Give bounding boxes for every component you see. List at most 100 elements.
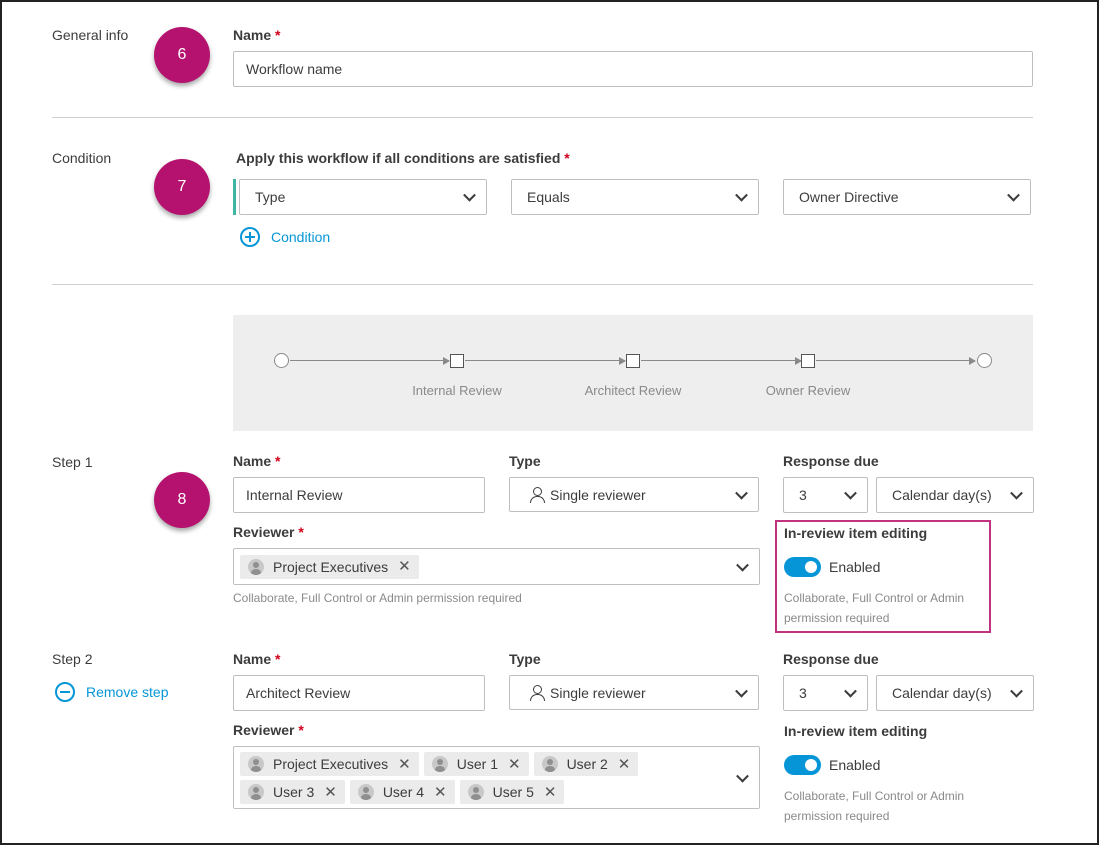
close-icon[interactable]: ✕ [508, 757, 521, 772]
reviewer-chip-label: User 2 [566, 756, 608, 772]
step2-editing-toggle[interactable] [784, 755, 821, 775]
condition-field-value: Type [255, 189, 286, 205]
remove-step-label: Remove step [86, 684, 169, 700]
step2-name-label: Name * [233, 651, 280, 667]
reviewer-chip-label: User 1 [456, 756, 498, 772]
reviewer-chip-row: User 3 ✕ User 4 ✕ User 5 ✕ [240, 780, 569, 804]
person-icon [530, 685, 545, 701]
condition-value-value: Owner Directive [799, 189, 899, 205]
step2-type-select[interactable]: Single reviewer [509, 675, 759, 710]
workflow-name-input[interactable]: Workflow name [233, 51, 1033, 87]
reviewer-chip: Project Executives ✕ [240, 752, 419, 776]
flow-step-node [450, 354, 464, 368]
reviewer-chip: User 1 ✕ [423, 752, 529, 776]
flow-step-node [801, 354, 815, 368]
condition-accent-bar [233, 179, 236, 215]
step1-due-number-select[interactable]: 3 [783, 477, 868, 513]
user-avatar-icon [357, 784, 374, 800]
flow-arrow-icon [969, 357, 976, 365]
step1-name-value: Internal Review [246, 487, 343, 503]
condition-value-select[interactable]: Owner Directive [783, 179, 1031, 215]
flow-end-node [977, 353, 992, 368]
step2-due-unit-value: Calendar day(s) [892, 685, 992, 701]
divider [52, 284, 1033, 285]
reviewer-chip: User 4 ✕ [349, 780, 455, 804]
chevron-down-icon [735, 684, 748, 698]
close-icon[interactable]: ✕ [324, 785, 337, 800]
step1-due-number-value: 3 [799, 487, 807, 503]
person-icon [530, 487, 545, 503]
step1-name-label-text: Name [233, 453, 272, 469]
close-icon[interactable]: ✕ [434, 785, 447, 800]
chevron-down-icon [736, 769, 749, 783]
condition-field-select[interactable]: Type [239, 179, 487, 215]
workflow-name-label: Name * [233, 27, 280, 43]
step2-due-number-select[interactable]: 3 [783, 675, 868, 711]
step1-name-input[interactable]: Internal Review [233, 477, 485, 513]
chevron-down-icon [1010, 486, 1023, 500]
remove-step-button[interactable]: Remove step [55, 682, 168, 702]
step2-due-unit-select[interactable]: Calendar day(s) [876, 675, 1034, 711]
reviewer-chip: Project Executives ✕ [240, 554, 419, 579]
step2-type-value: Single reviewer [550, 684, 646, 701]
divider [52, 117, 1033, 118]
condition-apply-label: Apply this workflow if all conditions ar… [236, 150, 570, 166]
chevron-down-icon [844, 486, 857, 500]
remove-circle-icon [55, 682, 75, 702]
step2-due-number-value: 3 [799, 685, 807, 701]
reviewer-chip-label: User 3 [273, 784, 315, 800]
flow-arrow-icon [619, 357, 626, 365]
close-icon[interactable]: ✕ [618, 757, 631, 772]
chevron-down-icon [736, 558, 749, 572]
close-icon[interactable]: ✕ [398, 559, 411, 574]
section-label-step-2: Step 2 [52, 651, 93, 667]
highlight-box [775, 520, 991, 633]
step2-name-value: Architect Review [246, 685, 351, 701]
section-label-step-1: Step 1 [52, 454, 93, 470]
flow-connector [290, 360, 449, 361]
user-avatar-icon [431, 756, 448, 772]
step1-reviewer-hint: Collaborate, Full Control or Admin permi… [233, 591, 522, 605]
step1-type-select[interactable]: Single reviewer [509, 477, 759, 512]
required-mark: * [275, 27, 281, 43]
step1-type-label: Type [509, 453, 541, 469]
user-avatar-icon [541, 756, 558, 772]
chevron-down-icon [735, 486, 748, 500]
step2-type-label: Type [509, 651, 541, 667]
user-avatar-icon [248, 756, 264, 772]
section-label-condition: Condition [52, 150, 112, 166]
required-mark: * [298, 524, 304, 540]
reviewer-chip-label: User 4 [382, 784, 425, 800]
flow-step-node [626, 354, 640, 368]
chevron-down-icon [844, 684, 857, 698]
flow-start-node [274, 353, 289, 368]
close-icon[interactable]: ✕ [398, 757, 411, 772]
workflow-name-label-text: Name [233, 27, 272, 43]
step1-reviewer-label-text: Reviewer [233, 524, 295, 540]
step-badge-7: 7 [154, 159, 210, 215]
user-avatar-icon [248, 558, 264, 575]
step2-editing-label: In-review item editing [784, 723, 928, 739]
add-condition-button[interactable]: Condition [240, 227, 330, 247]
reviewer-chip-label: User 5 [492, 784, 534, 800]
workflow-diagram: Internal Review Architect Review Owner R… [233, 315, 1033, 431]
reviewer-chip-row: Project Executives ✕ User 1 ✕ User 2 ✕ [240, 752, 643, 776]
chevron-down-icon [1010, 684, 1023, 698]
step1-due-unit-select[interactable]: Calendar day(s) [876, 477, 1034, 513]
flow-connector [641, 360, 801, 361]
step2-name-input[interactable]: Architect Review [233, 675, 485, 711]
flow-step-label: Owner Review [765, 383, 851, 398]
flow-step-label: Architect Review [584, 383, 682, 398]
condition-operator-select[interactable]: Equals [511, 179, 759, 215]
condition-operator-value: Equals [527, 189, 570, 205]
step1-due-unit-value: Calendar day(s) [892, 487, 992, 503]
step1-reviewer-select[interactable]: Project Executives ✕ [233, 548, 760, 585]
chevron-down-icon [1007, 188, 1020, 202]
step2-editing-hint-2: permission required [784, 809, 890, 823]
add-condition-label: Condition [271, 229, 331, 245]
required-mark: * [298, 722, 304, 738]
step2-reviewer-select[interactable]: Project Executives ✕ User 1 ✕ User 2 ✕ U… [233, 746, 760, 809]
close-icon[interactable]: ✕ [544, 785, 557, 800]
reviewer-chip: User 3 ✕ [240, 780, 345, 804]
reviewer-chip-label: Project Executives [273, 558, 389, 575]
